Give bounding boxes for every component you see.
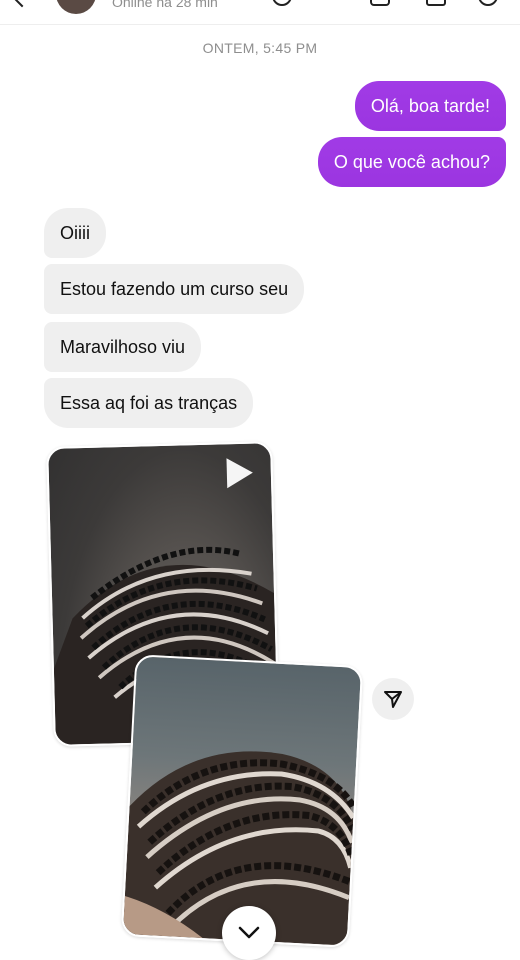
contact-avatar[interactable] [56, 0, 96, 14]
info-icon[interactable] [478, 0, 498, 6]
contact-status: Online há 28 min [112, 0, 218, 10]
flag-icon[interactable] [426, 0, 446, 6]
message-outgoing[interactable]: Olá, boa tarde! [354, 81, 506, 131]
message-incoming[interactable]: Essa aq foi as tranças [44, 378, 254, 428]
chevron-down-icon [238, 926, 260, 939]
braids-photo[interactable] [120, 654, 364, 948]
braids-image [122, 751, 357, 946]
chat-header: Online há 28 min [0, 0, 520, 25]
video-call-icon[interactable] [370, 0, 390, 6]
message-incoming[interactable]: Maravilhoso viu [44, 322, 202, 372]
message-outgoing[interactable]: O que você achou? [317, 137, 506, 187]
message-incoming[interactable]: Estou fazendo um curso seu [44, 264, 305, 314]
send-icon [384, 691, 402, 708]
back-chevron-icon[interactable] [10, 0, 34, 8]
play-icon[interactable] [226, 457, 254, 489]
message-incoming[interactable]: Oiiii [44, 208, 106, 258]
chat-timestamp: ONTEM, 5:45 PM [202, 40, 318, 56]
audio-call-icon[interactable] [272, 0, 292, 6]
share-button[interactable] [372, 678, 414, 720]
